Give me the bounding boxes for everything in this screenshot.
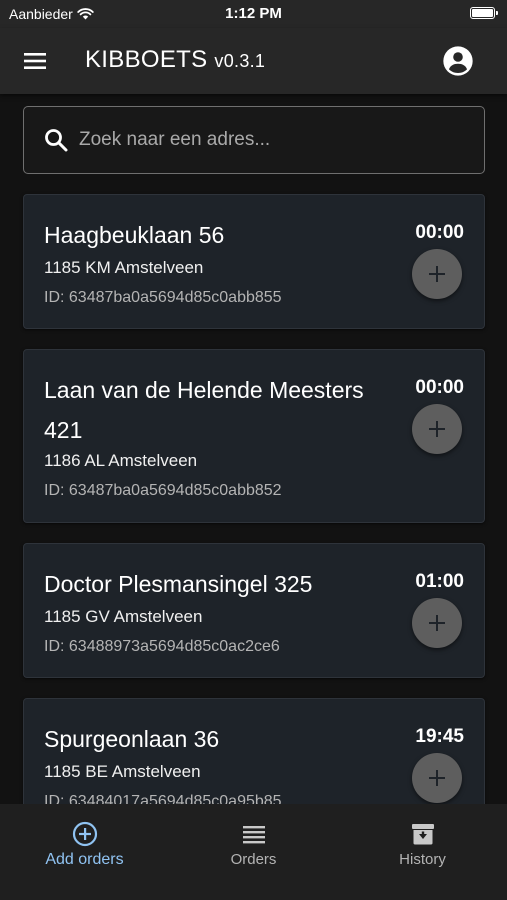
address-street: Doctor Plesmansingel 325: [44, 571, 313, 597]
address-street: Haagbeuklaan 56: [44, 222, 225, 248]
nav-orders[interactable]: Orders: [169, 804, 338, 900]
nav-label: Add orders: [45, 851, 124, 868]
address-id: ID: 63487ba0a5694d85c0abb852: [44, 482, 282, 499]
nav-label: Orders: [230, 851, 277, 868]
nav-history[interactable]: History: [338, 804, 507, 900]
search-input[interactable]: [79, 119, 469, 161]
account-circle-icon: [443, 46, 473, 76]
address-time: 01:00: [415, 571, 464, 592]
list-icon: [243, 826, 265, 844]
app-name: KIBBOETS: [85, 46, 208, 73]
address-id: ID: 63484017a5694d85c0a95b85: [44, 793, 282, 804]
add-order-button[interactable]: [412, 249, 462, 299]
search-icon: [45, 129, 68, 152]
address-city: 1185 BE Amstelveen: [44, 762, 201, 781]
status-bar: Aanbieder 1:12 PM: [0, 0, 507, 28]
address-id: ID: 63488973a5694d85c0ac2ce6: [44, 638, 280, 655]
account-button[interactable]: [442, 45, 474, 77]
address-street: Spurgeonlaan 36: [44, 726, 220, 752]
plus-icon: [429, 421, 445, 437]
address-card[interactable]: Haagbeuklaan 56 1185 KM Amstelveen ID: 6…: [23, 194, 485, 329]
search-bar: [23, 106, 485, 174]
address-city: 1185 GV Amstelveen: [44, 607, 203, 626]
address-list-screen: Haagbeuklaan 56 1185 KM Amstelveen ID: 6…: [0, 94, 507, 804]
address-city: 1186 AL Amstelveen: [44, 451, 198, 470]
hamburger-menu-icon: [24, 53, 46, 69]
address-time: 00:00: [415, 377, 464, 398]
address-city: 1185 KM Amstelveen: [44, 258, 204, 277]
app-title: KIBBOETS v0.3.1: [85, 46, 265, 74]
status-time: 1:12 PM: [225, 5, 282, 22]
add-order-button[interactable]: [412, 753, 462, 803]
add-order-button[interactable]: [412, 404, 462, 454]
address-time: 00:00: [415, 222, 464, 243]
bottom-navigation: Add orders Orders History: [0, 804, 507, 900]
address-time: 19:45: [415, 726, 464, 747]
add-order-button[interactable]: [412, 598, 462, 648]
address-card[interactable]: Spurgeonlaan 36 1185 BE Amstelveen ID: 6…: [23, 698, 485, 804]
add-circle-icon: [72, 821, 98, 847]
plus-icon: [429, 266, 445, 282]
nav-label: History: [399, 851, 446, 868]
address-id: ID: 63487ba0a5694d85c0abb855: [44, 289, 282, 306]
address-street: Laan van de Helende Meesters 421: [44, 377, 364, 443]
menu-button[interactable]: [22, 47, 50, 75]
app-bar: KIBBOETS v0.3.1: [0, 28, 507, 94]
plus-icon: [429, 770, 445, 786]
plus-icon: [429, 615, 445, 631]
nav-add-orders[interactable]: Add orders: [0, 804, 169, 900]
archive-icon: [412, 824, 434, 845]
battery-icon: [470, 7, 498, 19]
address-card[interactable]: Doctor Plesmansingel 325 1185 GV Amstelv…: [23, 543, 485, 678]
app-version: v0.3.1: [214, 51, 266, 71]
address-card[interactable]: Laan van de Helende Meesters 421 1186 AL…: [23, 349, 485, 523]
